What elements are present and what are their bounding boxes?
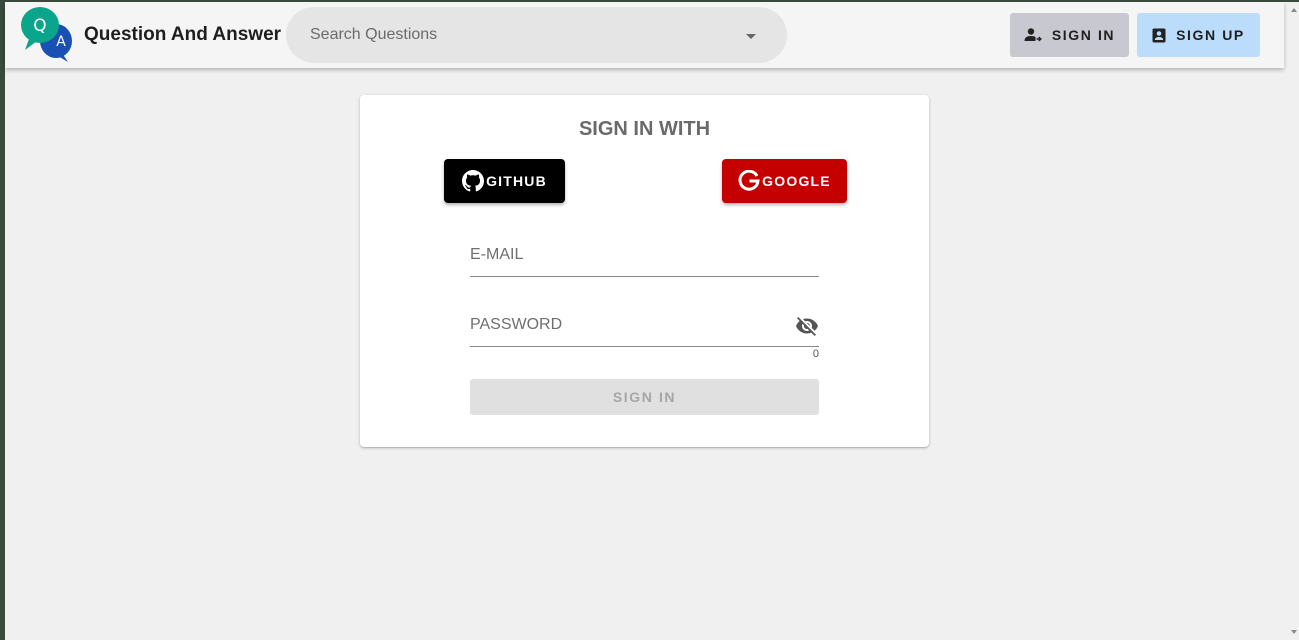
email-label: E-MAIL — [470, 246, 524, 263]
logo-q-letter: Q — [33, 16, 46, 36]
password-label: PASSWORD — [470, 316, 563, 333]
sign-in-title: SIGN IN WITH — [578, 118, 711, 140]
browser-viewport: Q A Question And Answer Search Questions… — [5, 2, 1293, 640]
header-sign-up-label: SIGN UP — [1176, 27, 1245, 43]
page-scrollbar[interactable] — [1289, 2, 1299, 640]
github-icon — [462, 170, 485, 192]
header-sign-in-button[interactable]: SIGN IN — [1010, 13, 1129, 57]
search-input[interactable]: Search Questions — [310, 26, 437, 44]
search-box[interactable]: Search Questions — [286, 7, 787, 63]
email-field[interactable]: E-MAIL — [470, 237, 819, 277]
caret-down-icon[interactable] — [746, 34, 756, 39]
contact-card-icon — [1152, 28, 1166, 42]
scroll-up-icon[interactable] — [1291, 8, 1297, 12]
eye-off-icon[interactable] — [795, 314, 819, 338]
password-char-counter: 0 — [812, 348, 819, 360]
password-field[interactable]: PASSWORD — [470, 307, 819, 347]
app-bar: Q A Question And Answer Search Questions… — [5, 2, 1284, 68]
google-g-icon — [738, 170, 760, 191]
person-arrow-icon — [1024, 28, 1042, 42]
header-sign-in-label: SIGN IN — [1051, 27, 1116, 43]
google-label: GOOGLE — [762, 173, 831, 189]
sign-in-submit-button[interactable]: SIGN IN — [470, 379, 819, 415]
logo-a-letter: A — [56, 34, 66, 50]
github-sign-in-button[interactable]: GITHUB — [444, 159, 565, 203]
sign-in-card: SIGN IN WITH GITHUB GOOGLE E-MAIL PASSWO… — [360, 95, 929, 447]
scroll-down-icon[interactable] — [1291, 630, 1297, 634]
header-sign-up-button[interactable]: SIGN UP — [1137, 13, 1260, 57]
google-sign-in-button[interactable]: GOOGLE — [722, 159, 847, 203]
github-label: GITHUB — [486, 173, 547, 189]
qa-logo-icon[interactable]: Q A — [21, 6, 77, 62]
brand-title[interactable]: Question And Answer — [84, 24, 281, 46]
